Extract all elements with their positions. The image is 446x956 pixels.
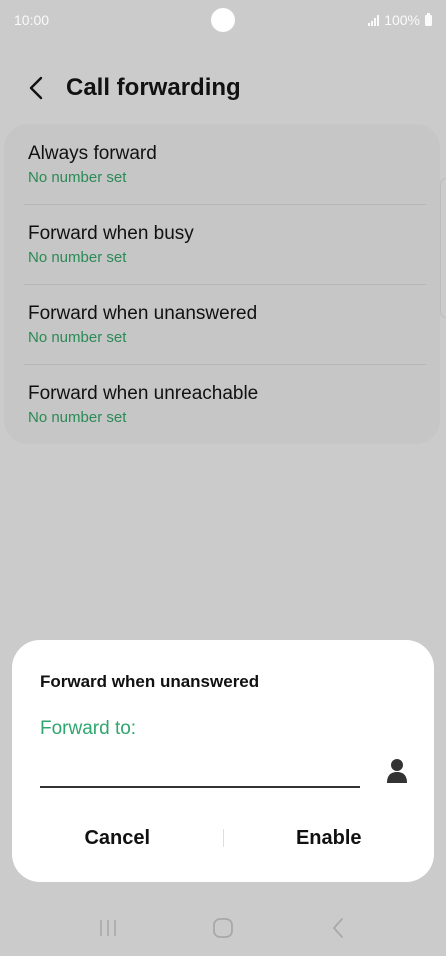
app-header: Call forwarding — [0, 60, 446, 116]
status-indicators: 100% — [368, 12, 432, 28]
chevron-left-icon — [29, 76, 43, 100]
list-item-subtitle: No number set — [28, 328, 127, 346]
dialog-title: Forward when unanswered — [40, 672, 260, 691]
list-item-title: Always forward — [28, 142, 157, 164]
person-icon — [387, 759, 407, 783]
list-item-always-forward[interactable]: Always forward No number set — [28, 124, 426, 204]
dialog-actions: Cancel Enable — [12, 816, 434, 860]
home-button[interactable] — [203, 908, 243, 948]
contact-picker-button[interactable] — [382, 754, 412, 788]
list-item-title: Forward when unanswered — [28, 302, 258, 324]
enable-button[interactable]: Enable — [224, 816, 435, 860]
page-title: Call forwarding — [66, 74, 241, 101]
list-item-title: Forward when unreachable — [28, 382, 259, 404]
status-time: 10:00 — [14, 12, 50, 28]
back-button[interactable] — [6, 60, 66, 116]
forwarding-options-list: Always forward No number set Forward whe… — [4, 124, 440, 444]
forward-number-input[interactable] — [40, 756, 360, 788]
home-icon — [213, 918, 233, 938]
recents-button[interactable] — [88, 908, 128, 948]
navigation-bar — [0, 900, 446, 956]
recents-icon — [99, 920, 116, 936]
edge-panel-handle[interactable] — [440, 178, 446, 318]
signal-icon — [368, 14, 380, 26]
nav-back-button[interactable] — [318, 908, 358, 948]
list-item-subtitle: No number set — [28, 408, 127, 426]
list-item-subtitle: No number set — [28, 168, 127, 186]
forward-to-label: Forward to: — [40, 718, 137, 739]
list-item-subtitle: No number set — [28, 248, 127, 266]
forward-dialog: Forward when unanswered Forward to: Canc… — [12, 640, 434, 882]
list-item-forward-unreachable[interactable]: Forward when unreachable No number set — [28, 364, 426, 444]
battery-percent: 100% — [384, 12, 420, 28]
battery-icon — [425, 12, 432, 26]
camera-cutout — [211, 8, 235, 32]
list-item-title: Forward when busy — [28, 222, 194, 244]
list-item-forward-unanswered[interactable]: Forward when unanswered No number set — [28, 284, 426, 364]
back-icon — [333, 918, 344, 938]
cancel-button[interactable]: Cancel — [12, 816, 223, 860]
list-item-forward-busy[interactable]: Forward when busy No number set — [28, 204, 426, 284]
